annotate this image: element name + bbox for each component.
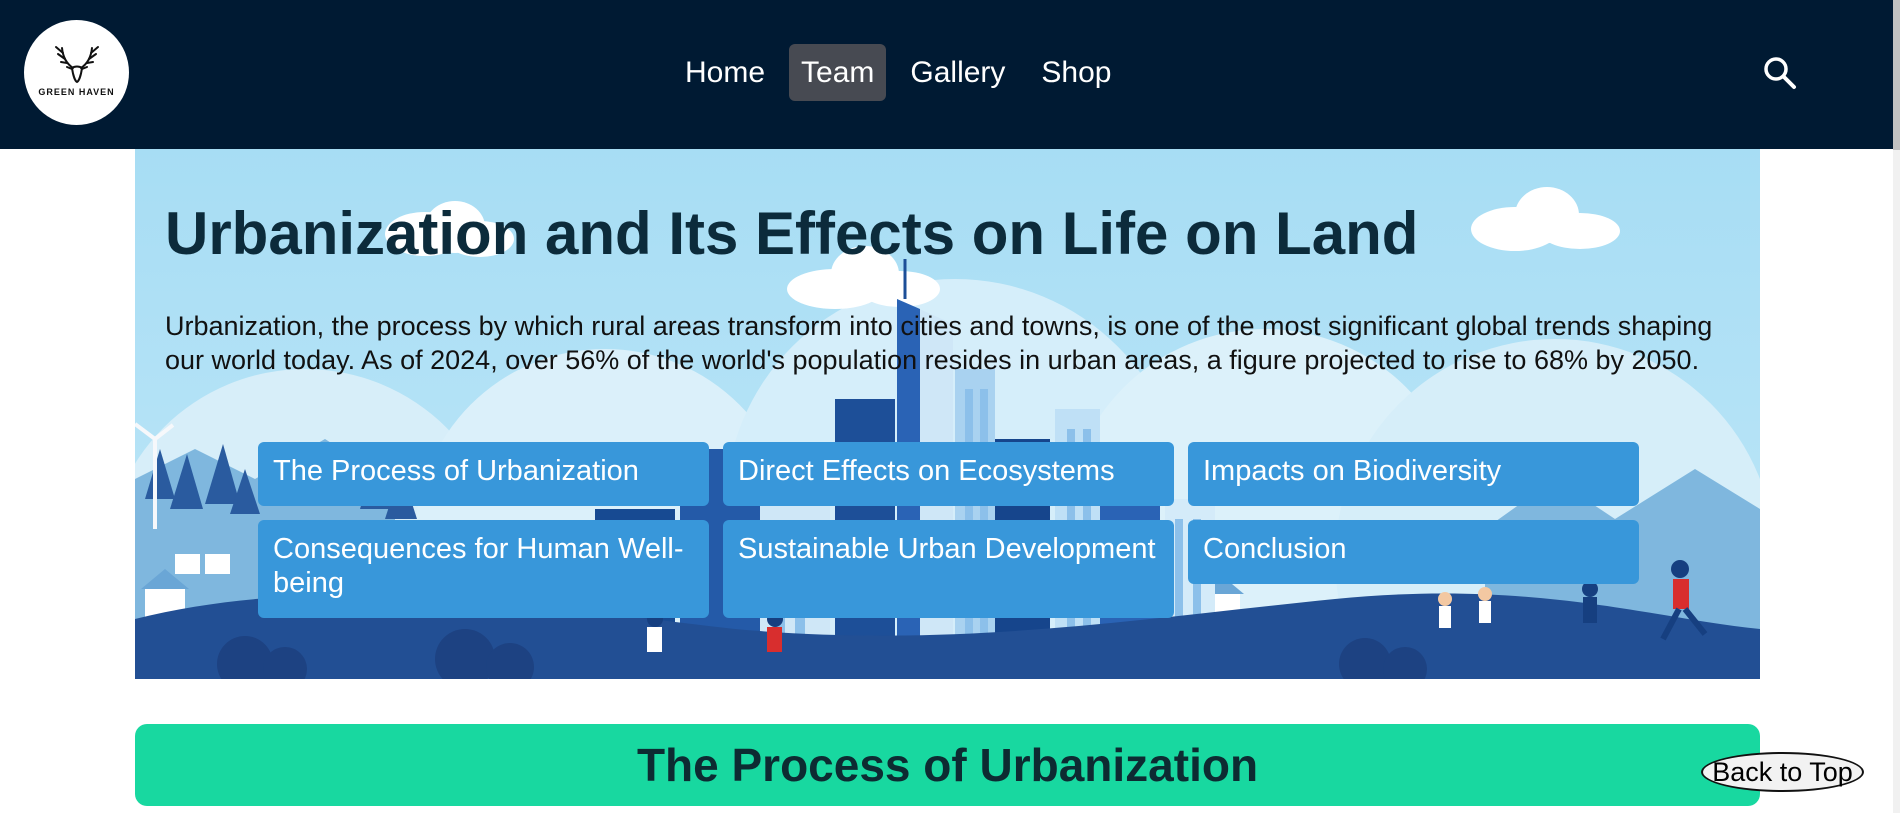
section-title: The Process of Urbanization bbox=[636, 739, 1259, 791]
topic-process-of-urbanization[interactable]: The Process of Urbanization bbox=[258, 442, 709, 506]
logo-text: GREEN HAVEN bbox=[38, 87, 115, 97]
topic-direct-effects-on-ecosystems[interactable]: Direct Effects on Ecosystems bbox=[723, 442, 1174, 506]
stag-antlers-icon bbox=[54, 46, 99, 84]
page-scrollbar[interactable] bbox=[1893, 0, 1900, 813]
scrollbar-thumb[interactable] bbox=[1893, 0, 1900, 150]
hero-banner: Urbanization and Its Effects on Life on … bbox=[135, 149, 1760, 679]
back-to-top-button[interactable]: Back to Top bbox=[1701, 752, 1864, 792]
main-nav: Home Team Gallery Shop bbox=[673, 44, 1136, 101]
search-icon[interactable] bbox=[1762, 55, 1798, 91]
topic-conclusion[interactable]: Conclusion bbox=[1188, 520, 1639, 584]
topic-sustainable-urban-development[interactable]: Sustainable Urban Development bbox=[723, 520, 1174, 618]
hero-intro-text: Urbanization, the process by which rural… bbox=[165, 311, 1713, 375]
site-header: GREEN HAVEN Home Team Gallery Shop bbox=[0, 0, 1900, 149]
topic-consequences-for-human-well-being[interactable]: Consequences for Human Well-being bbox=[258, 520, 709, 618]
page-title: Urbanization and Its Effects on Life on … bbox=[165, 200, 1419, 267]
nav-gallery[interactable]: Gallery bbox=[898, 44, 1017, 101]
nav-team[interactable]: Team bbox=[789, 44, 887, 101]
nav-home[interactable]: Home bbox=[673, 44, 777, 101]
site-logo[interactable]: GREEN HAVEN bbox=[24, 20, 129, 125]
topic-impacts-on-biodiversity[interactable]: Impacts on Biodiversity bbox=[1188, 442, 1639, 506]
section-header: The Process of Urbanization bbox=[135, 724, 1760, 806]
nav-shop[interactable]: Shop bbox=[1029, 44, 1123, 101]
